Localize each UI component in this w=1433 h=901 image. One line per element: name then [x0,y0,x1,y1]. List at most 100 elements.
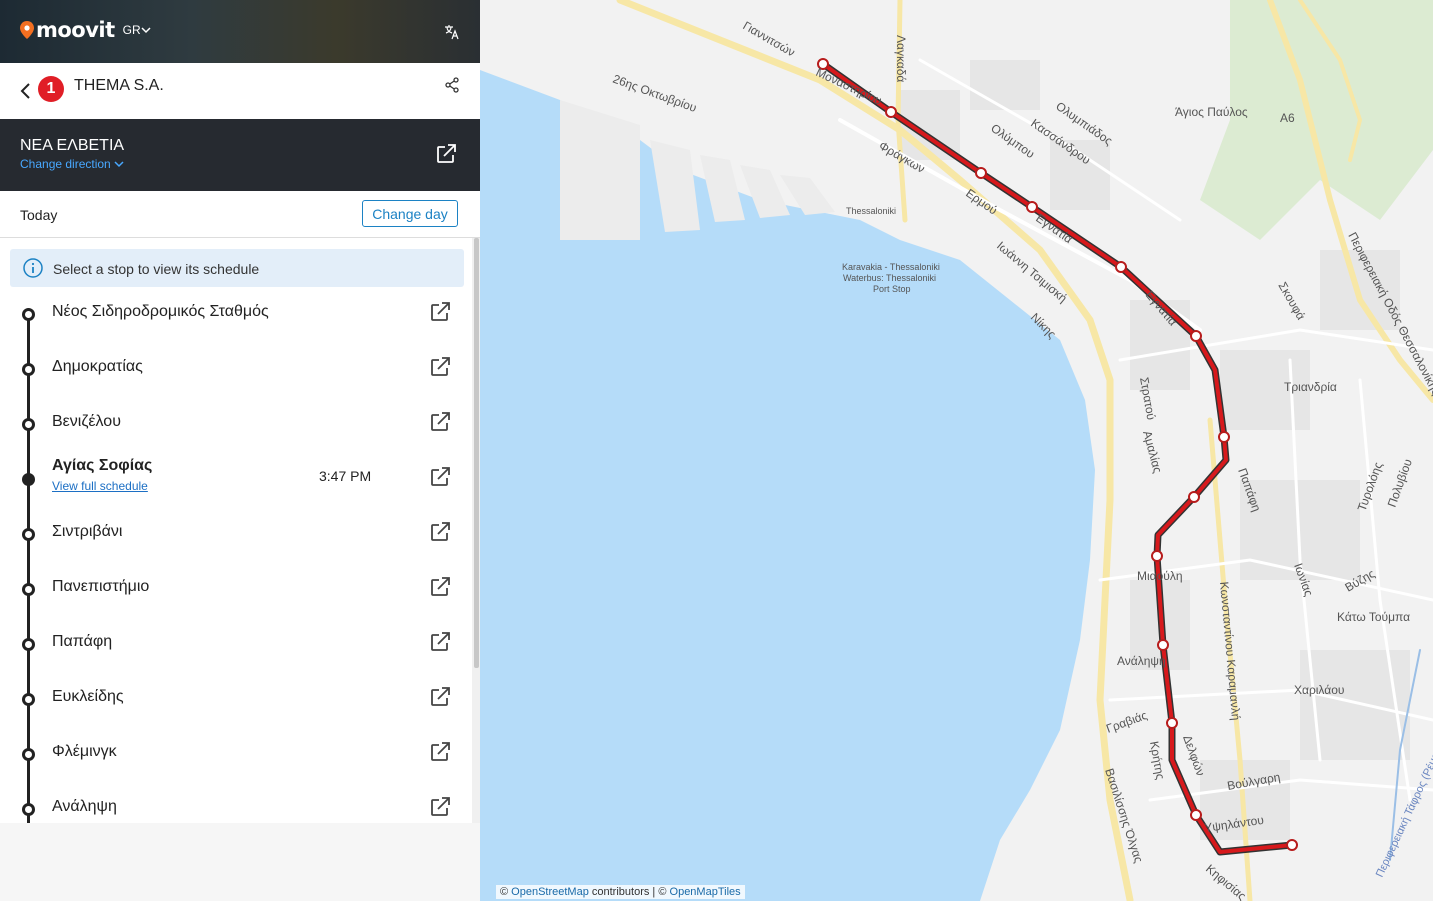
today-label: Today [20,207,58,223]
external-link-icon[interactable] [428,795,452,819]
attribution-copy: © [500,886,509,898]
agency-name: THEMA S.A. [74,77,164,94]
external-link-icon[interactable] [428,520,452,544]
stop-row[interactable]: Ευκλείδης [0,673,472,728]
stop-dot [22,418,35,431]
stop-dot [22,308,35,321]
external-link-icon[interactable] [428,355,452,379]
external-link-icon[interactable] [428,575,452,599]
external-link-icon[interactable] [428,685,452,709]
map-label: Τριανδρία [1284,380,1337,394]
route-map[interactable]: Γιαννιτσών Λαγκαδά 26ης Οκτωβρίου Μοναστ… [480,0,1433,901]
attribution-text: contributors | [591,886,656,898]
map-label: Karavakia - Thessaloniki [842,262,940,272]
map-stop-marker[interactable] [1026,201,1038,213]
map-stop-marker[interactable] [1190,809,1202,821]
stop-row[interactable]: Σιντριβάνι [0,508,472,563]
stop-dot [22,583,35,596]
departure-time: 3:47 PM [319,468,372,484]
scrollbar[interactable] [472,238,480,823]
translate-icon[interactable] [444,24,460,40]
map-attribution: © OpenStreetMap contributors | © OpenMap… [496,885,745,899]
change-direction-button[interactable]: Change direction [20,157,124,171]
external-link-icon[interactable] [428,410,452,434]
external-link-icon[interactable] [428,740,452,764]
external-link-icon[interactable] [428,465,452,489]
stop-dot [22,748,35,761]
map-label: Thessaloniki [846,206,896,216]
change-direction-label: Change direction [20,157,111,171]
map-stop-marker[interactable] [975,167,987,179]
map-stop-marker[interactable] [1157,639,1169,651]
stop-row[interactable]: Βενιζέλου [0,398,472,453]
stops-panel[interactable]: Select a stop to view its schedule Νέος … [0,238,472,823]
external-link-icon[interactable] [434,142,458,166]
stop-row[interactable]: Ανάληψη [0,783,472,823]
moovit-logo[interactable]: moovit GR [20,18,151,42]
stop-name: Παπάφη [52,633,113,650]
stop-name: Δημοκρατίας [52,358,143,375]
attribution-copy: © [658,886,667,898]
stop-name: Βενιζέλου [52,413,121,430]
sidebar: moovit GR 1 THEMA S.A. ΝΕΑ ΕΛΒΕΤΙΑ Chang… [0,0,480,901]
stop-row[interactable]: Φλέμινγκ [0,728,472,783]
brand-name: moovit [36,18,115,42]
scrollbar-thumb[interactable] [474,238,479,668]
stop-row[interactable]: Δημοκρατίας [0,343,472,398]
stop-name: Νέος Σιδηροδρομικός Σταθμός [52,303,269,320]
map-label: A6 [1280,111,1295,125]
external-link-icon[interactable] [428,300,452,324]
stop-name: Φλέμινγκ [52,743,117,760]
info-banner: Select a stop to view its schedule [10,249,464,287]
top-bar: moovit GR [0,0,480,63]
info-text: Select a stop to view its schedule [53,261,260,277]
map-stop-marker[interactable] [1218,431,1230,443]
stop-row[interactable]: Πανεπιστήμιο [0,563,472,618]
map-pin-icon [20,21,34,39]
line-header [0,63,480,119]
direction-title: ΝΕΑ ΕΛΒΕΤΙΑ [20,137,125,154]
share-icon[interactable] [444,77,460,93]
map-label: Κάτω Τούμπα [1337,610,1410,624]
map-stop-marker[interactable] [1115,261,1127,273]
stop-name: Ευκλείδης [52,688,124,705]
chevron-down-icon [141,27,151,34]
map-label: Λαγκαδά [894,35,908,82]
stop-row[interactable]: Νέος Σιδηροδρομικός Σταθμός [0,288,472,343]
back-arrow-icon[interactable] [18,81,34,101]
stop-dot [22,363,35,376]
map-stop-marker[interactable] [1286,839,1298,851]
map-stop-marker[interactable] [1151,550,1163,562]
map-label: Waterbus: Thessaloniki [843,273,936,283]
stop-name: Αγίας Σοφίας [52,457,153,474]
info-icon [23,258,43,278]
change-day-button[interactable]: Change day [362,200,458,227]
stop-name: Ανάληψη [52,798,117,815]
openmaptiles-link[interactable]: OpenMapTiles [670,886,741,898]
map-stop-marker[interactable] [1166,717,1178,729]
external-link-icon[interactable] [428,630,452,654]
view-full-schedule-link[interactable]: View full schedule [52,479,148,493]
stop-dot [22,638,35,651]
osm-link[interactable]: OpenStreetMap [511,886,589,898]
stop-row[interactable]: Παπάφη [0,618,472,673]
stop-dot [22,693,35,706]
line-number-badge: 1 [38,76,64,102]
stop-dot [22,803,35,816]
day-bar: Today Change day [0,191,480,238]
stop-dot [22,473,35,486]
map-stop-marker[interactable] [885,106,897,118]
stop-name: Σιντριβάνι [52,523,123,540]
map-label: Χαριλάου [1294,683,1344,697]
map-label: Ανάληψη [1117,654,1166,668]
map-label: Port Stop [873,284,911,294]
stop-dot [22,528,35,541]
direction-bar: ΝΕΑ ΕΛΒΕΤΙΑ Change direction [0,119,480,191]
region-selector[interactable]: GR [123,23,151,37]
map-label: Μιαούλη [1137,569,1183,583]
stop-name: Πανεπιστήμιο [52,578,150,595]
region-label: GR [122,23,141,37]
map-stop-marker[interactable] [1190,330,1202,342]
stop-row[interactable]: Αγίας Σοφίας View full schedule 3:47 PM [0,453,472,508]
map-stop-marker[interactable] [1188,491,1200,503]
